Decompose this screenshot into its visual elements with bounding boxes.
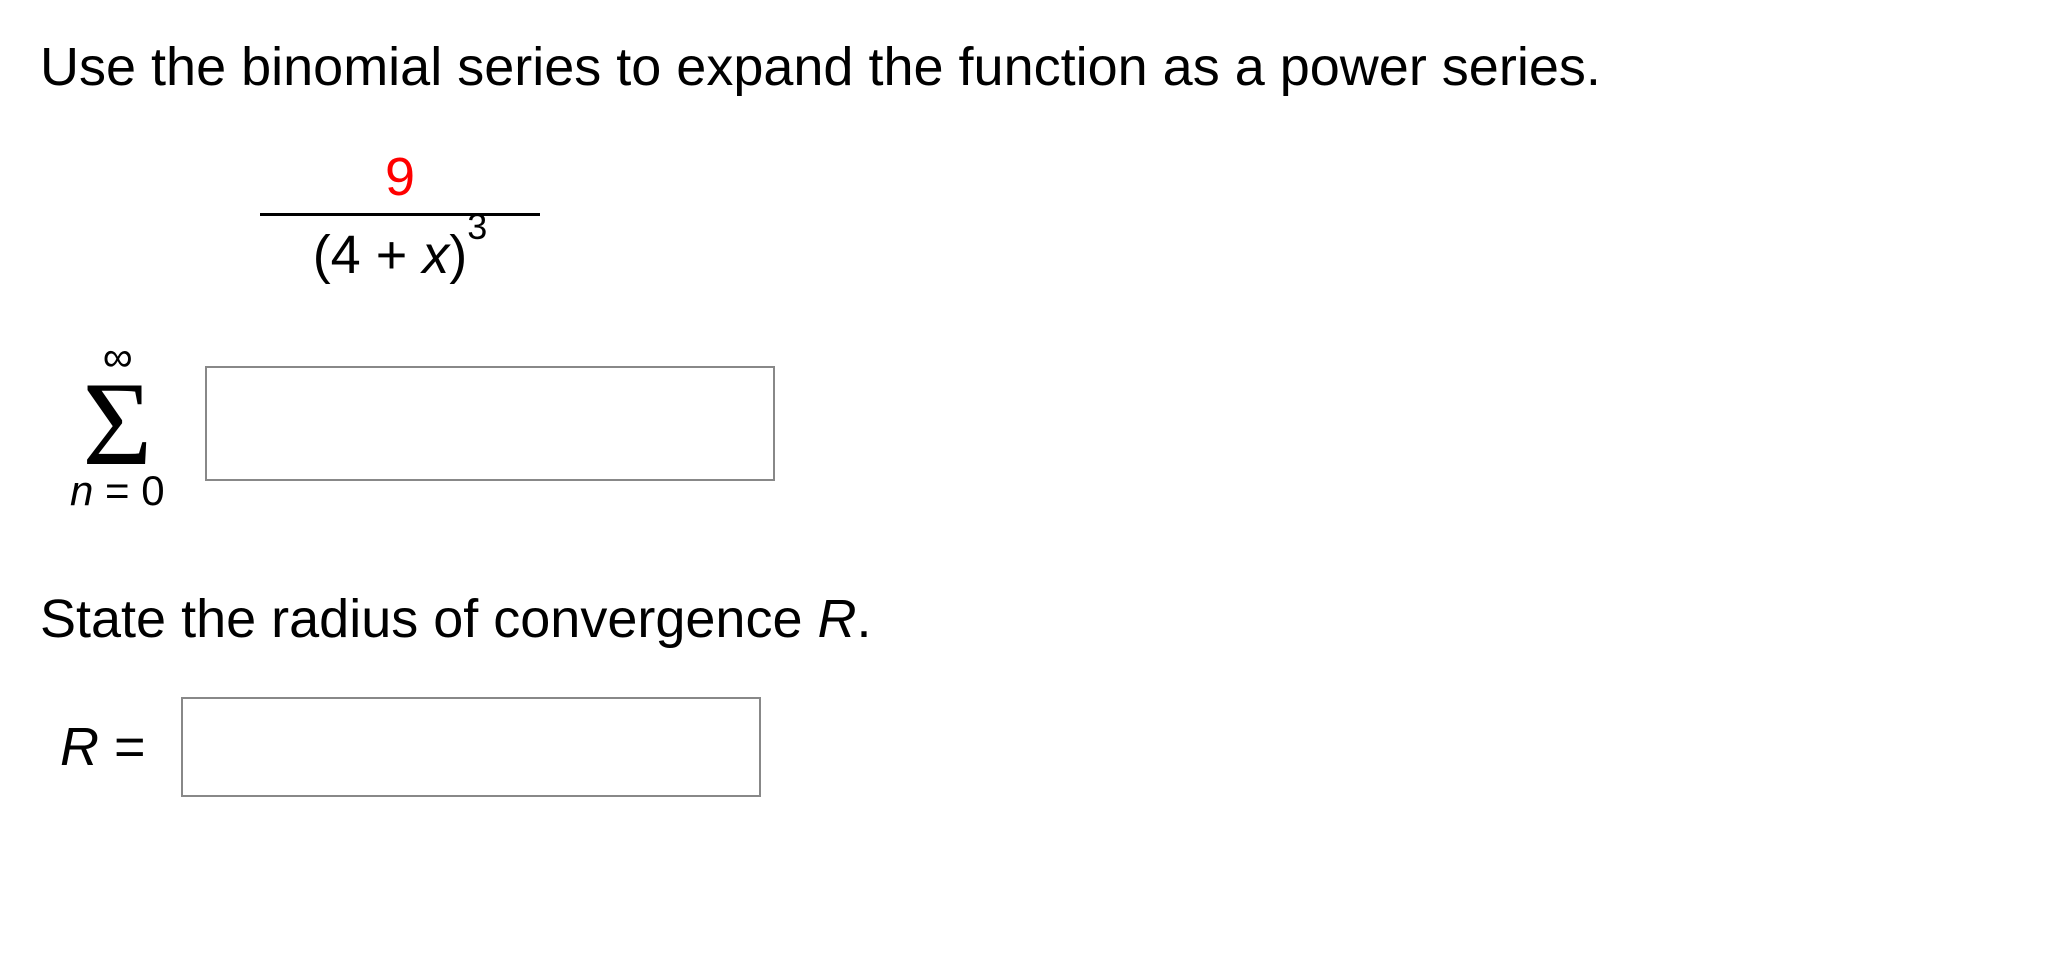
sigma-symbol: Σ	[82, 370, 152, 478]
fraction-numerator: 9	[365, 146, 435, 213]
fraction: 9 (4 + x) 3	[260, 146, 540, 286]
radius-prompt: State the radius of convergence R.	[40, 582, 2006, 658]
radius-label: R =	[60, 716, 146, 778]
sigma-lower-limit: n = 0	[70, 470, 165, 512]
radius-prompt-var: R	[818, 589, 857, 649]
denom-var: x	[422, 225, 449, 285]
problem-instruction: Use the binomial series to expand the fu…	[40, 30, 2006, 106]
denom-open: (4 +	[313, 225, 423, 285]
denom-close: )	[449, 225, 467, 285]
radius-label-var: R	[60, 717, 99, 777]
denominator-exponent: 3	[467, 206, 487, 248]
radius-prompt-prefix: State the radius of convergence	[40, 589, 818, 649]
radius-label-eq: =	[99, 717, 146, 777]
sigma-lower-eq: = 0	[93, 467, 164, 514]
summation-row: ∞ Σ n = 0	[70, 336, 2006, 512]
sigma-lower-var: n	[70, 467, 93, 514]
function-expression: 9 (4 + x) 3	[260, 146, 540, 286]
fraction-denominator: (4 + x) 3	[313, 216, 488, 286]
denominator-base: (4 + x)	[313, 224, 468, 286]
radius-input[interactable]	[181, 697, 761, 797]
radius-prompt-suffix: .	[857, 589, 872, 649]
radius-input-row: R =	[60, 697, 2006, 797]
series-term-input[interactable]	[205, 366, 775, 481]
sigma-notation: ∞ Σ n = 0	[70, 336, 165, 512]
